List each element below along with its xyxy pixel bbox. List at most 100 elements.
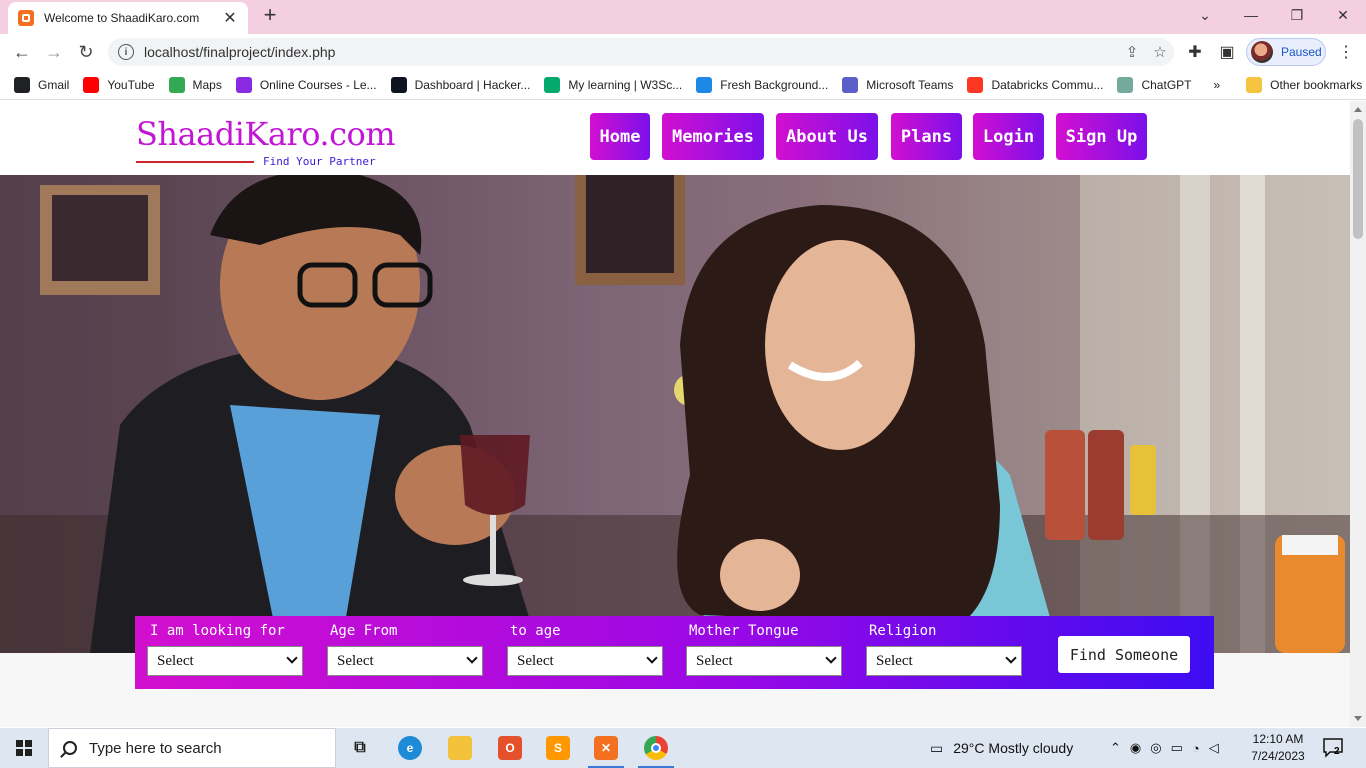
- side-panel-icon[interactable]: ▣: [1215, 40, 1239, 64]
- scroll-up-icon[interactable]: [1354, 107, 1362, 112]
- notification-button[interactable]: 2: [1322, 737, 1346, 759]
- task-view-icon: ⧉: [354, 739, 366, 756]
- nav-login[interactable]: Login: [973, 113, 1044, 160]
- reload-icon[interactable]: ↻: [72, 38, 100, 66]
- bookmark-item[interactable]: ChatGPT: [1117, 76, 1192, 93]
- taskbar-xampp[interactable]: ✕: [582, 728, 630, 768]
- site-tagline: Find Your Partner: [263, 155, 376, 168]
- browser-tab[interactable]: Welcome to ShaadiKaro.com ✕: [8, 2, 248, 34]
- edge-icon: e: [398, 736, 422, 760]
- select-age-from[interactable]: Select: [327, 646, 483, 676]
- address-bar[interactable]: i localhost/finalproject/index.php ⇪ ☆: [108, 38, 1174, 66]
- weather-widget[interactable]: ▭ 29°C Mostly cloudy: [930, 728, 1073, 768]
- bookmark-star-icon[interactable]: ☆: [1146, 43, 1174, 61]
- wifi-icon[interactable]: ◔: [1192, 741, 1209, 756]
- label-age-from: Age From: [330, 623, 398, 639]
- folder-icon: [448, 736, 472, 760]
- forward-arrow-icon[interactable]: →: [40, 38, 68, 66]
- extensions-puzzle-icon[interactable]: ✚: [1183, 40, 1207, 64]
- bookmark-label: Online Courses - Le...: [259, 77, 377, 92]
- find-someone-button[interactable]: Find Someone: [1058, 636, 1190, 673]
- nav-home[interactable]: Home: [590, 113, 650, 160]
- site-header: ShaadiKaro.com Find Your Partner Home Me…: [0, 101, 1350, 175]
- taskbar-file-explorer[interactable]: [436, 728, 484, 768]
- tab-search-chevron-icon[interactable]: ⌄: [1182, 0, 1228, 30]
- battery-icon[interactable]: ▭: [1171, 740, 1192, 756]
- profile-status: Paused: [1281, 45, 1322, 59]
- nav-plans[interactable]: Plans: [891, 113, 962, 160]
- bookmark-label: Maps: [192, 77, 222, 92]
- nav-sign-up[interactable]: Sign Up: [1056, 113, 1147, 160]
- search-panel: I am looking for Age From to age Mother …: [135, 616, 1214, 689]
- bookmark-label: ChatGPT: [1141, 77, 1192, 92]
- url-text[interactable]: localhost/finalproject/index.php: [144, 44, 1118, 60]
- new-tab-button[interactable]: +: [258, 4, 282, 28]
- select-mother-tongue[interactable]: Select: [686, 646, 842, 676]
- bookmark-item[interactable]: Maps: [168, 76, 222, 93]
- bookmark-label: My learning | W3Sc...: [568, 77, 683, 92]
- site-logo[interactable]: ShaadiKaro.com: [136, 115, 396, 153]
- start-button[interactable]: [0, 728, 48, 768]
- nav-memories[interactable]: Memories: [662, 113, 764, 160]
- bookmark-item[interactable]: Databricks Commu...: [967, 76, 1104, 93]
- logo-underline: [136, 161, 254, 163]
- bookmark-item[interactable]: Online Courses - Le...: [235, 76, 377, 93]
- select-looking-for[interactable]: Select: [147, 646, 303, 676]
- youtube-icon: [83, 76, 100, 93]
- other-bookmarks-label: Other bookmarks: [1270, 77, 1363, 92]
- bookmark-label: Microsoft Teams: [866, 77, 954, 92]
- select-age-from-value: Select: [337, 652, 374, 669]
- select-looking-for-value: Select: [157, 652, 194, 669]
- tray-chevron-up-icon[interactable]: ⌃: [1110, 740, 1130, 756]
- chrome-menu-icon[interactable]: ⋮: [1334, 40, 1358, 64]
- select-religion[interactable]: Select: [866, 646, 1022, 676]
- meet-now-icon[interactable]: ◉: [1130, 740, 1150, 756]
- system-tray[interactable]: ⌃ ◉ ◎ ▭ ◔ ◁: [1110, 728, 1228, 768]
- profile-button[interactable]: Paused: [1246, 38, 1326, 66]
- page-scrollbar[interactable]: [1350, 101, 1366, 727]
- avatar: [1251, 41, 1273, 63]
- nav-about-us[interactable]: About Us: [776, 113, 878, 160]
- minimize-button[interactable]: —: [1228, 0, 1274, 30]
- taskbar-edge[interactable]: e: [386, 728, 434, 768]
- back-arrow-icon[interactable]: ←: [8, 38, 36, 66]
- chevron-down-icon: [825, 652, 837, 664]
- bookmarks-overflow-icon[interactable]: »: [1213, 78, 1220, 92]
- bookmark-item[interactable]: My learning | W3Sc...: [544, 76, 683, 93]
- taskbar-chrome[interactable]: [632, 728, 680, 768]
- taskbar-sublime[interactable]: S: [534, 728, 582, 768]
- tab-title: Welcome to ShaadiKaro.com: [44, 11, 200, 25]
- taskbar-office[interactable]: O: [486, 728, 534, 768]
- hero-image: [0, 175, 1350, 653]
- task-view-button[interactable]: ⧉: [336, 728, 384, 768]
- bookmark-item[interactable]: YouTube: [83, 76, 155, 93]
- xampp-favicon-icon: [18, 10, 34, 26]
- bookmark-label: Databricks Commu...: [991, 77, 1104, 92]
- bookmark-item[interactable]: Microsoft Teams: [842, 76, 954, 93]
- bookmark-item[interactable]: Dashboard | Hacker...: [390, 76, 530, 93]
- bookmark-item[interactable]: Fresh Background...: [696, 76, 828, 93]
- sublime-icon: S: [546, 736, 570, 760]
- close-window-button[interactable]: ✕: [1320, 0, 1366, 30]
- bookmark-item[interactable]: Gmail: [14, 76, 69, 93]
- taskbar-clock[interactable]: 12:10 AM 7/24/2023: [1250, 731, 1306, 765]
- scroll-down-icon[interactable]: [1354, 716, 1362, 721]
- website-viewport: ShaadiKaro.com Find Your Partner Home Me…: [0, 101, 1350, 727]
- select-to-age[interactable]: Select: [507, 646, 663, 676]
- volume-icon[interactable]: ◁: [1209, 740, 1228, 756]
- share-icon[interactable]: ⇪: [1118, 43, 1146, 61]
- bookmarks-bar: Gmail YouTube Maps Online Courses - Le... Da…: [0, 70, 1366, 100]
- scrollbar-thumb[interactable]: [1353, 119, 1363, 239]
- label-to-age: to age: [510, 623, 561, 639]
- tab-close-icon[interactable]: ✕: [222, 8, 238, 28]
- other-bookmarks[interactable]: Other bookmarks: [1246, 76, 1363, 93]
- chevron-down-icon: [1005, 652, 1017, 664]
- browser-titlebar: Welcome to ShaadiKaro.com ✕ + ⌄ — ❐ ✕: [0, 0, 1366, 34]
- xampp-icon: ✕: [594, 736, 618, 760]
- site-info-icon[interactable]: i: [118, 44, 134, 60]
- taskbar-search-box[interactable]: Type here to search: [48, 728, 336, 768]
- select-mother-tongue-value: Select: [696, 652, 733, 669]
- restore-button[interactable]: ❐: [1274, 0, 1320, 30]
- network-status-icon[interactable]: ◎: [1150, 740, 1170, 756]
- teams-icon: [842, 76, 859, 93]
